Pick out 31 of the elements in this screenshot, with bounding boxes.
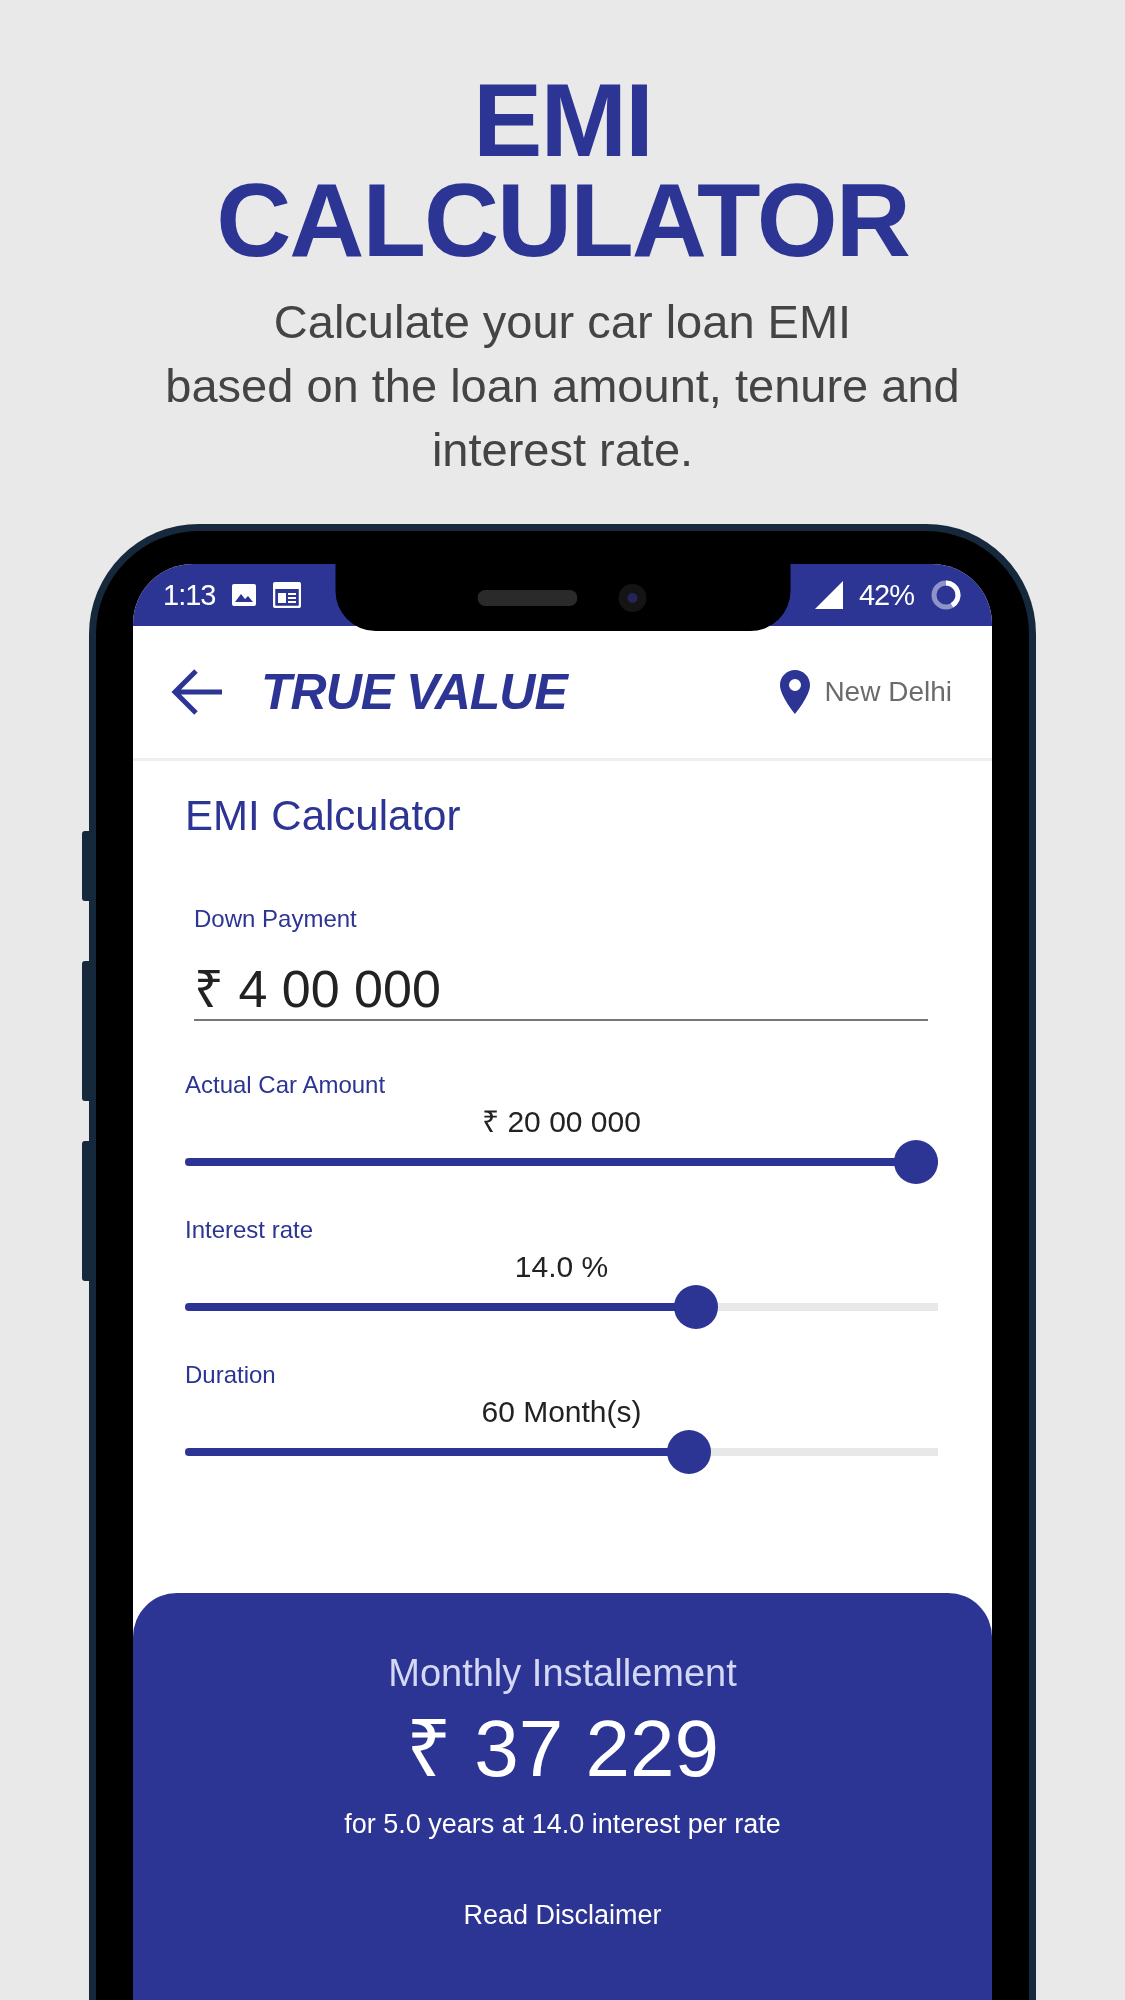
result-heading: Monthly Installement [388, 1651, 737, 1696]
slider-value: ₹ 20 00 000 [482, 1104, 641, 1140]
image-icon [231, 583, 258, 607]
slider-label: Actual Car Amount [185, 1070, 386, 1100]
headline: CALCULATOR [216, 170, 909, 270]
headline: EMI [473, 70, 652, 170]
slider-thumb[interactable] [894, 1140, 938, 1184]
speaker-icon [477, 589, 578, 606]
slider-label: Duration [185, 1360, 276, 1390]
subtitle: Calculate your car loan EMI based on the loan amount, tenure and interest rate. [164, 294, 961, 478]
location-pin-icon [780, 670, 811, 714]
back-arrow-icon[interactable] [170, 668, 224, 716]
signal-icon [814, 581, 843, 609]
location-label[interactable]: New Delhi [824, 676, 952, 708]
disclaimer-link[interactable]: Read Disclaimer [463, 1898, 662, 1932]
field-label: Down Payment [194, 904, 358, 934]
camera-icon [617, 582, 648, 613]
status-time: 1:13 [163, 578, 216, 612]
calendar-icon [273, 582, 302, 608]
logo: TRUE VALUE [261, 663, 570, 721]
battery-ring-icon [930, 579, 962, 611]
emi-amount: ₹ 37 229 [406, 1704, 719, 1794]
down-payment-field[interactable]: ₹ 4 00 000 [194, 953, 928, 1021]
slider-value: 14.0 % [514, 1249, 609, 1285]
result-summary: for 5.0 years at 14.0 interest per rate [344, 1808, 781, 1841]
slider-thumb[interactable] [674, 1285, 719, 1329]
page-title: EMI Calculator [185, 791, 462, 841]
slider-thumb[interactable] [667, 1430, 712, 1474]
battery-percent: 42% [858, 578, 914, 612]
slider-label: Interest rate [185, 1215, 314, 1245]
slider-value: 60 Month(s) [481, 1394, 642, 1430]
